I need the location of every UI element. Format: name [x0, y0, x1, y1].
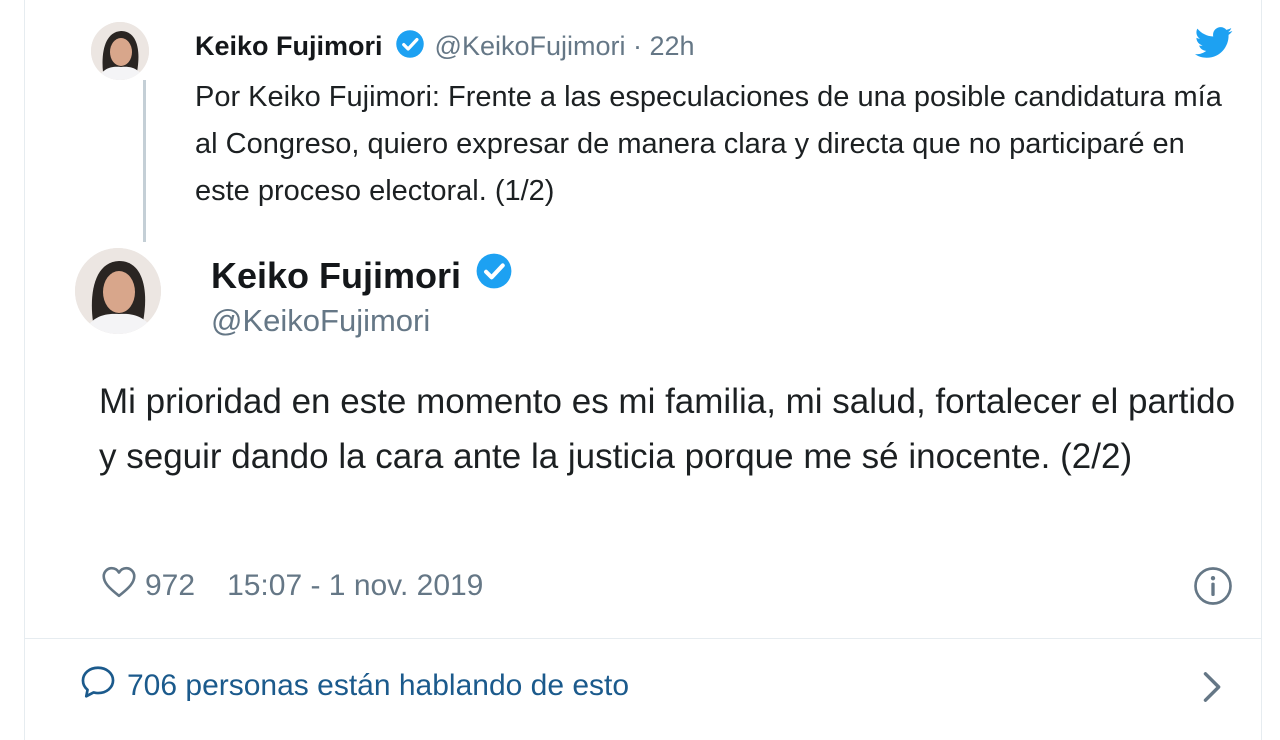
author-handle[interactable]: @KeikoFujimori — [211, 303, 430, 339]
comment-icon — [79, 663, 117, 709]
parent-tweet-header: Keiko Fujimori @KeikoFujimori · 22h — [195, 26, 695, 66]
parent-author-handle[interactable]: @KeikoFujimori · 22h — [435, 31, 695, 62]
author-avatar[interactable] — [75, 248, 161, 334]
conversation-label: 706 personas están hablando de esto — [127, 669, 630, 702]
tweet-card: Keiko Fujimori @KeikoFujimori · 22h Por … — [24, 0, 1262, 740]
parent-tweet-text: Por Keiko Fujimori: Frente a las especul… — [195, 81, 1222, 207]
info-icon[interactable] — [1193, 566, 1233, 611]
conversation-link[interactable]: 706 personas están hablando de esto — [79, 665, 629, 707]
parent-avatar[interactable] — [91, 22, 149, 80]
verified-icon — [395, 29, 425, 64]
verified-icon — [475, 252, 513, 299]
main-tweet-header: Keiko Fujimori — [211, 252, 513, 299]
heart-icon[interactable] — [101, 566, 137, 606]
tweet-timestamp[interactable]: 15:07 - 1 nov. 2019 — [227, 569, 483, 603]
like-count[interactable]: 972 — [145, 569, 195, 603]
main-tweet-text: Mi prioridad en este momento es mi famil… — [99, 382, 1236, 476]
parent-author-name[interactable]: Keiko Fujimori — [195, 31, 383, 62]
divider — [25, 638, 1261, 639]
author-name[interactable]: Keiko Fujimori — [211, 255, 461, 297]
twitter-icon[interactable] — [1195, 26, 1233, 65]
thread-line — [143, 80, 146, 242]
chevron-right-icon[interactable] — [1201, 670, 1225, 709]
tweet-meta: 972 15:07 - 1 nov. 2019 — [101, 565, 483, 607]
